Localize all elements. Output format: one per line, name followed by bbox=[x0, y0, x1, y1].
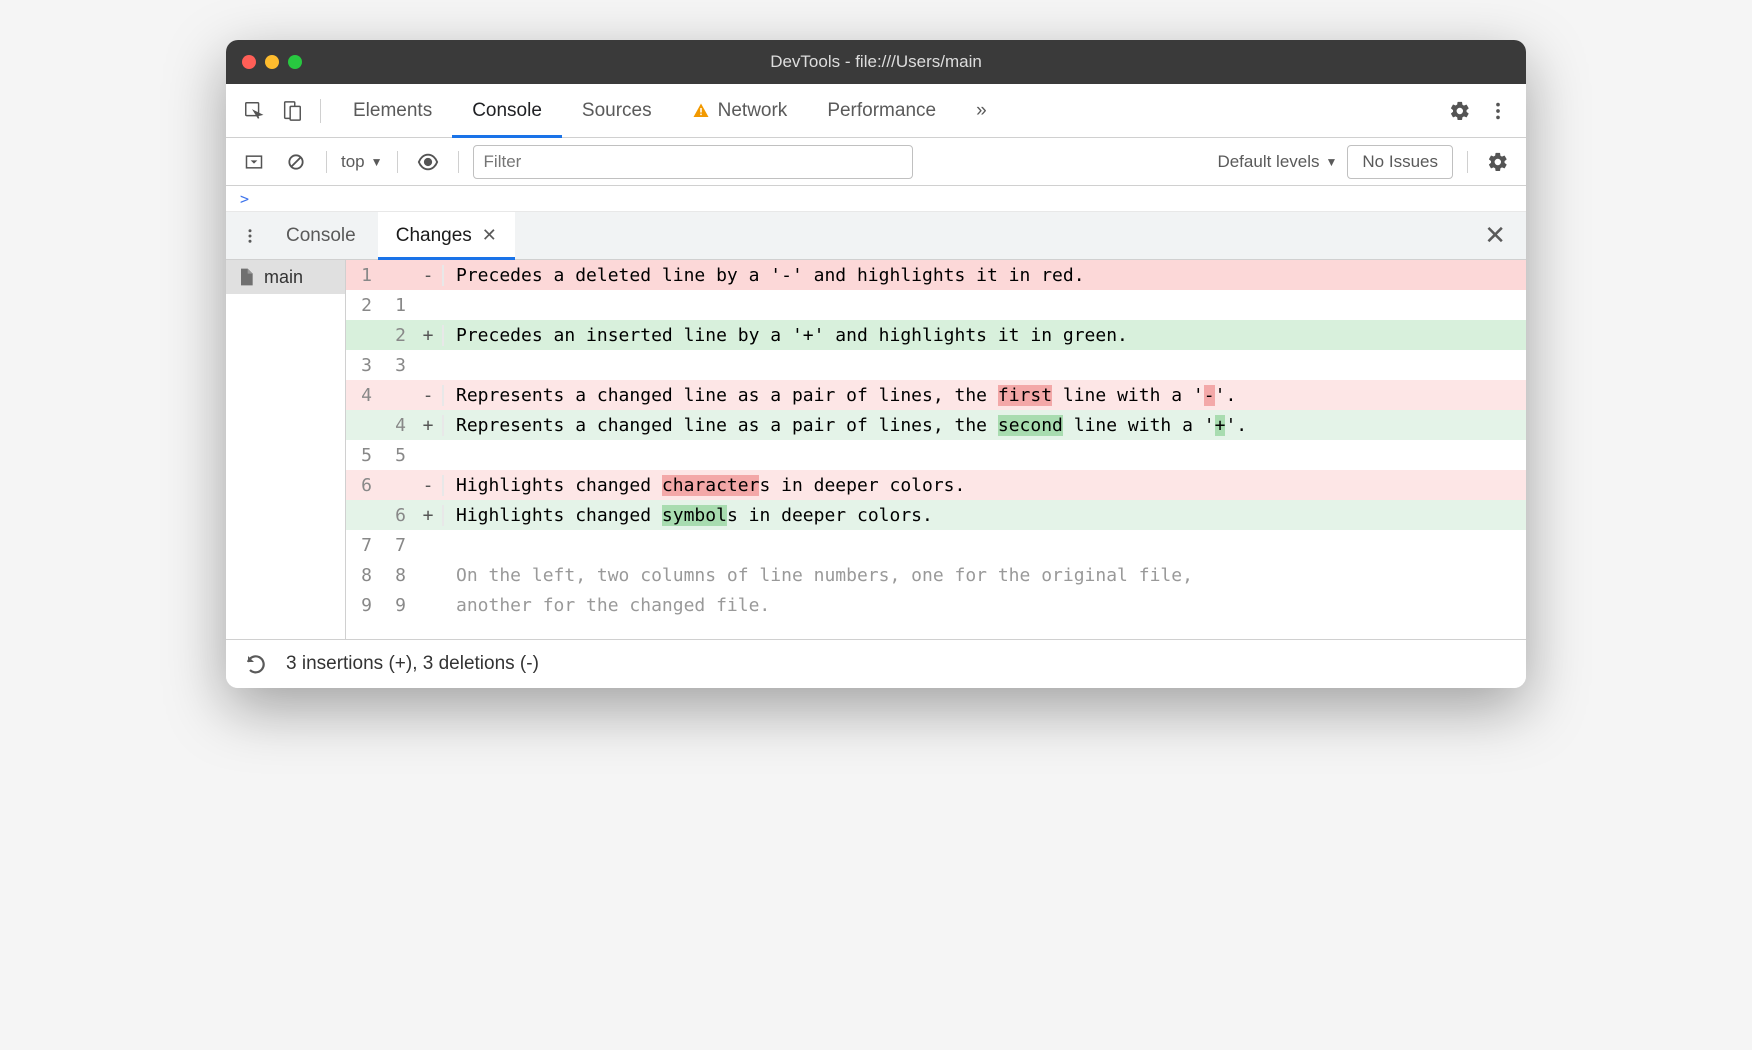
tab-network-label: Network bbox=[718, 100, 788, 122]
minimize-window-button[interactable] bbox=[265, 55, 279, 69]
separator bbox=[397, 151, 398, 173]
diff-line: 21 bbox=[346, 290, 1526, 320]
kebab-menu-icon[interactable] bbox=[1482, 95, 1514, 127]
new-line-number: 7 bbox=[380, 535, 414, 556]
drawer-menu-icon[interactable] bbox=[236, 222, 264, 250]
main-tabs: Elements Console Sources Network Perform… bbox=[333, 84, 1007, 138]
context-selector[interactable]: top ▼ bbox=[341, 152, 383, 172]
log-levels-selector[interactable]: Default levels ▼ bbox=[1217, 152, 1337, 172]
prompt-caret: > bbox=[240, 190, 249, 208]
tab-network[interactable]: Network bbox=[672, 84, 808, 138]
tab-console[interactable]: Console bbox=[452, 84, 562, 138]
traffic-lights bbox=[242, 55, 302, 69]
diff-code: another for the changed file. bbox=[444, 595, 1526, 616]
tab-elements[interactable]: Elements bbox=[333, 84, 452, 138]
drawer-tab-changes[interactable]: Changes ✕ bbox=[378, 212, 515, 260]
changes-summary: 3 insertions (+), 3 deletions (-) bbox=[286, 653, 539, 675]
close-window-button[interactable] bbox=[242, 55, 256, 69]
diff-code: Represents a changed line as a pair of l… bbox=[444, 385, 1526, 406]
diff-line: 1 -Precedes a deleted line by a '-' and h… bbox=[346, 260, 1526, 290]
old-line-number: 4 bbox=[346, 385, 380, 406]
diff-code: Precedes a deleted line by a '-' and hig… bbox=[444, 265, 1526, 286]
maximize-window-button[interactable] bbox=[288, 55, 302, 69]
live-expression-icon[interactable] bbox=[412, 146, 444, 178]
titlebar: DevTools - file:///Users/main bbox=[226, 40, 1526, 84]
diff-line: 6 -Highlights changed characters in deepe… bbox=[346, 470, 1526, 500]
new-line-number: 2 bbox=[380, 325, 414, 346]
old-line-number: 6 bbox=[346, 475, 380, 496]
more-tabs-button[interactable]: » bbox=[956, 84, 1007, 138]
revert-icon[interactable] bbox=[244, 652, 268, 676]
diff-marker: + bbox=[414, 325, 444, 346]
console-settings-icon[interactable] bbox=[1482, 146, 1514, 178]
diff-code: Represents a changed line as a pair of l… bbox=[444, 415, 1526, 436]
diff-marker: - bbox=[414, 385, 444, 406]
separator bbox=[320, 99, 321, 123]
dropdown-caret-icon: ▼ bbox=[371, 155, 383, 169]
diff-line: 99 another for the changed file. bbox=[346, 590, 1526, 620]
file-item-main[interactable]: main bbox=[226, 260, 345, 294]
diff-line: 33 bbox=[346, 350, 1526, 380]
new-line-number: 9 bbox=[380, 595, 414, 616]
device-toolbar-icon[interactable] bbox=[276, 95, 308, 127]
file-tree: main bbox=[226, 260, 346, 639]
console-prompt[interactable]: > bbox=[226, 186, 1526, 212]
diff-line: 77 bbox=[346, 530, 1526, 560]
new-line-number: 6 bbox=[380, 505, 414, 526]
console-toolbar: top ▼ Default levels ▼ No Issues bbox=[226, 138, 1526, 186]
diff-view[interactable]: 1-Precedes a deleted line by a '-' and h… bbox=[346, 260, 1526, 639]
warning-icon bbox=[692, 102, 710, 120]
diff-marker: + bbox=[414, 415, 444, 436]
sidebar-toggle-icon[interactable] bbox=[238, 146, 270, 178]
diff-line: 4 -Represents a changed line as a pair of… bbox=[346, 380, 1526, 410]
filter-input[interactable] bbox=[473, 145, 913, 179]
old-line-number: 9 bbox=[346, 595, 380, 616]
clear-console-icon[interactable] bbox=[280, 146, 312, 178]
separator bbox=[326, 151, 327, 173]
old-line-number: 5 bbox=[346, 445, 380, 466]
old-line-number: 8 bbox=[346, 565, 380, 586]
diff-marker: + bbox=[414, 505, 444, 526]
diff-line: 88 On the left, two columns of line numbe… bbox=[346, 560, 1526, 590]
file-name-label: main bbox=[264, 267, 303, 288]
separator bbox=[458, 151, 459, 173]
old-line-number: 7 bbox=[346, 535, 380, 556]
diff-line: 6+Highlights changed symbols in deeper c… bbox=[346, 500, 1526, 530]
close-drawer-icon[interactable]: ✕ bbox=[1474, 220, 1516, 251]
main-toolbar: Elements Console Sources Network Perform… bbox=[226, 84, 1526, 138]
close-tab-icon[interactable]: ✕ bbox=[482, 225, 497, 246]
inspect-element-icon[interactable] bbox=[238, 95, 270, 127]
tab-sources[interactable]: Sources bbox=[562, 84, 672, 138]
window-title: DevTools - file:///Users/main bbox=[770, 52, 982, 72]
old-line-number: 3 bbox=[346, 355, 380, 376]
diff-code: On the left, two columns of line numbers… bbox=[444, 565, 1526, 586]
new-line-number: 8 bbox=[380, 565, 414, 586]
old-line-number: 2 bbox=[346, 295, 380, 316]
diff-line: 55 bbox=[346, 440, 1526, 470]
diff-code: Precedes an inserted line by a '+' and h… bbox=[444, 325, 1526, 346]
diff-marker: - bbox=[414, 475, 444, 496]
dropdown-caret-icon: ▼ bbox=[1326, 155, 1338, 169]
separator bbox=[1467, 151, 1468, 173]
new-line-number: 3 bbox=[380, 355, 414, 376]
drawer-tabs: Console Changes ✕ ✕ bbox=[226, 212, 1526, 260]
changes-panel: main 1-Precedes a deleted line by a '-' … bbox=[226, 260, 1526, 640]
file-icon bbox=[236, 266, 256, 288]
tab-performance[interactable]: Performance bbox=[807, 84, 956, 138]
diff-code: Highlights changed characters in deeper … bbox=[444, 475, 1526, 496]
drawer-tab-console[interactable]: Console bbox=[268, 212, 374, 260]
diff-line: 2+Precedes an inserted line by a '+' and… bbox=[346, 320, 1526, 350]
diff-code: Highlights changed symbols in deeper col… bbox=[444, 505, 1526, 526]
new-line-number: 5 bbox=[380, 445, 414, 466]
changes-footer: 3 insertions (+), 3 deletions (-) bbox=[226, 640, 1526, 688]
old-line-number: 1 bbox=[346, 265, 380, 286]
settings-icon[interactable] bbox=[1444, 95, 1476, 127]
new-line-number: 4 bbox=[380, 415, 414, 436]
diff-line: 4+Represents a changed line as a pair of… bbox=[346, 410, 1526, 440]
issues-button[interactable]: No Issues bbox=[1347, 145, 1453, 179]
devtools-window: DevTools - file:///Users/main Elements C… bbox=[226, 40, 1526, 688]
drawer-tab-changes-label: Changes bbox=[396, 225, 472, 247]
diff-marker: - bbox=[414, 265, 444, 286]
new-line-number: 1 bbox=[380, 295, 414, 316]
